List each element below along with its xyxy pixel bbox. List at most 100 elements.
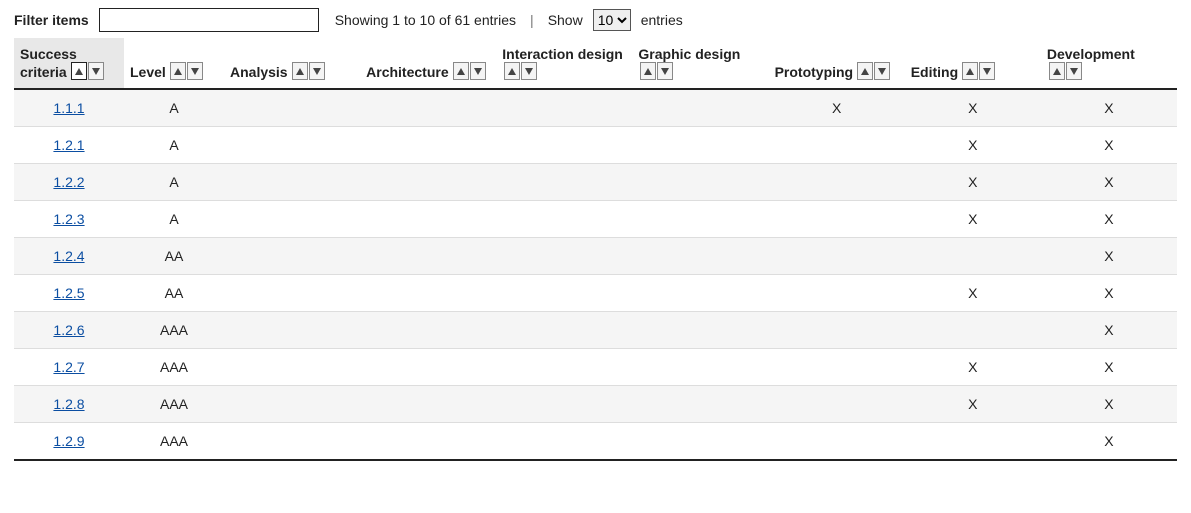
sort-asc-button[interactable] — [962, 62, 978, 80]
table-row: 1.2.3AXX — [14, 201, 1177, 238]
cell-interaction — [496, 386, 632, 423]
cell-interaction — [496, 349, 632, 386]
table-body: 1.1.1AXXX1.2.1AXX1.2.2AXX1.2.3AXX1.2.4AA… — [14, 89, 1177, 460]
sort-controls — [170, 62, 203, 80]
cell-editing: X — [905, 164, 1041, 201]
cell-development: X — [1041, 312, 1177, 349]
success-criteria-link[interactable]: 1.2.1 — [53, 137, 84, 153]
cell-interaction — [496, 238, 632, 275]
cell-editing — [905, 238, 1041, 275]
cell-interaction — [496, 201, 632, 238]
cell-interaction — [496, 312, 632, 349]
cell-development: X — [1041, 89, 1177, 127]
table-row: 1.2.4AAX — [14, 238, 1177, 275]
cell-editing: X — [905, 127, 1041, 164]
sort-asc-button[interactable] — [453, 62, 469, 80]
cell-prototyping — [769, 164, 905, 201]
success-criteria-link[interactable]: 1.2.3 — [53, 211, 84, 227]
success-criteria-link[interactable]: 1.2.9 — [53, 433, 84, 449]
cell-prototyping: X — [769, 89, 905, 127]
table-row: 1.2.9AAAX — [14, 423, 1177, 461]
cell-level: A — [124, 201, 224, 238]
col-header-label: Prototyping — [775, 64, 854, 80]
sort-desc-button[interactable] — [309, 62, 325, 80]
sort-desc-button[interactable] — [979, 62, 995, 80]
sort-asc-button[interactable] — [640, 62, 656, 80]
table-row: 1.1.1AXXX — [14, 89, 1177, 127]
arrow-up-icon — [1053, 68, 1061, 75]
sort-asc-button[interactable] — [71, 62, 87, 80]
cell-graphic — [632, 386, 768, 423]
cell-level: A — [124, 127, 224, 164]
arrow-down-icon — [92, 68, 100, 75]
cell-sc: 1.2.2 — [14, 164, 124, 201]
sort-desc-button[interactable] — [470, 62, 486, 80]
success-criteria-link[interactable]: 1.2.7 — [53, 359, 84, 375]
cell-analysis — [224, 238, 360, 275]
sort-controls — [640, 62, 673, 80]
sort-desc-button[interactable] — [521, 62, 537, 80]
cell-development: X — [1041, 127, 1177, 164]
sort-asc-button[interactable] — [170, 62, 186, 80]
col-header-label: Graphic design — [638, 46, 740, 62]
cell-level: AAA — [124, 312, 224, 349]
cell-sc: 1.2.7 — [14, 349, 124, 386]
entries-per-page-select[interactable]: 10 — [593, 9, 631, 31]
success-criteria-link[interactable]: 1.2.2 — [53, 174, 84, 190]
cell-analysis — [224, 127, 360, 164]
cell-architecture — [360, 275, 496, 312]
success-criteria-link[interactable]: 1.2.4 — [53, 248, 84, 264]
col-header-prototyping: Prototyping — [769, 38, 905, 89]
cell-prototyping — [769, 127, 905, 164]
cell-graphic — [632, 164, 768, 201]
arrow-up-icon — [861, 68, 869, 75]
success-criteria-link[interactable]: 1.2.8 — [53, 396, 84, 412]
cell-interaction — [496, 89, 632, 127]
arrow-up-icon — [75, 68, 83, 75]
table-row: 1.2.8AAAXX — [14, 386, 1177, 423]
sort-desc-button[interactable] — [1066, 62, 1082, 80]
cell-prototyping — [769, 349, 905, 386]
sort-asc-button[interactable] — [1049, 62, 1065, 80]
sort-desc-button[interactable] — [88, 62, 104, 80]
showing-text: Showing 1 to 10 of 61 entries — [335, 12, 516, 28]
cell-architecture — [360, 89, 496, 127]
cell-sc: 1.2.6 — [14, 312, 124, 349]
cell-prototyping — [769, 386, 905, 423]
sort-desc-button[interactable] — [874, 62, 890, 80]
sort-asc-button[interactable] — [857, 62, 873, 80]
success-criteria-link[interactable]: 1.2.5 — [53, 285, 84, 301]
arrow-down-icon — [983, 68, 991, 75]
cell-analysis — [224, 386, 360, 423]
arrow-down-icon — [525, 68, 533, 75]
cell-architecture — [360, 238, 496, 275]
cell-sc: 1.2.9 — [14, 423, 124, 461]
cell-prototyping — [769, 423, 905, 461]
arrow-down-icon — [661, 68, 669, 75]
sort-asc-button[interactable] — [504, 62, 520, 80]
filter-input[interactable] — [99, 8, 319, 32]
cell-editing: X — [905, 349, 1041, 386]
cell-architecture — [360, 164, 496, 201]
cell-architecture — [360, 127, 496, 164]
cell-sc: 1.2.1 — [14, 127, 124, 164]
cell-sc: 1.2.4 — [14, 238, 124, 275]
success-criteria-link[interactable]: 1.1.1 — [53, 100, 84, 116]
col-header-development: Development — [1041, 38, 1177, 89]
cell-architecture — [360, 386, 496, 423]
cell-sc: 1.2.8 — [14, 386, 124, 423]
arrow-down-icon — [474, 68, 482, 75]
success-criteria-link[interactable]: 1.2.6 — [53, 322, 84, 338]
sort-asc-button[interactable] — [292, 62, 308, 80]
cell-interaction — [496, 423, 632, 461]
arrow-up-icon — [174, 68, 182, 75]
arrow-down-icon — [191, 68, 199, 75]
cell-architecture — [360, 349, 496, 386]
sort-desc-button[interactable] — [657, 62, 673, 80]
arrow-up-icon — [966, 68, 974, 75]
cell-development: X — [1041, 164, 1177, 201]
cell-interaction — [496, 164, 632, 201]
sort-controls — [962, 62, 995, 80]
sort-desc-button[interactable] — [187, 62, 203, 80]
cell-level: AA — [124, 275, 224, 312]
